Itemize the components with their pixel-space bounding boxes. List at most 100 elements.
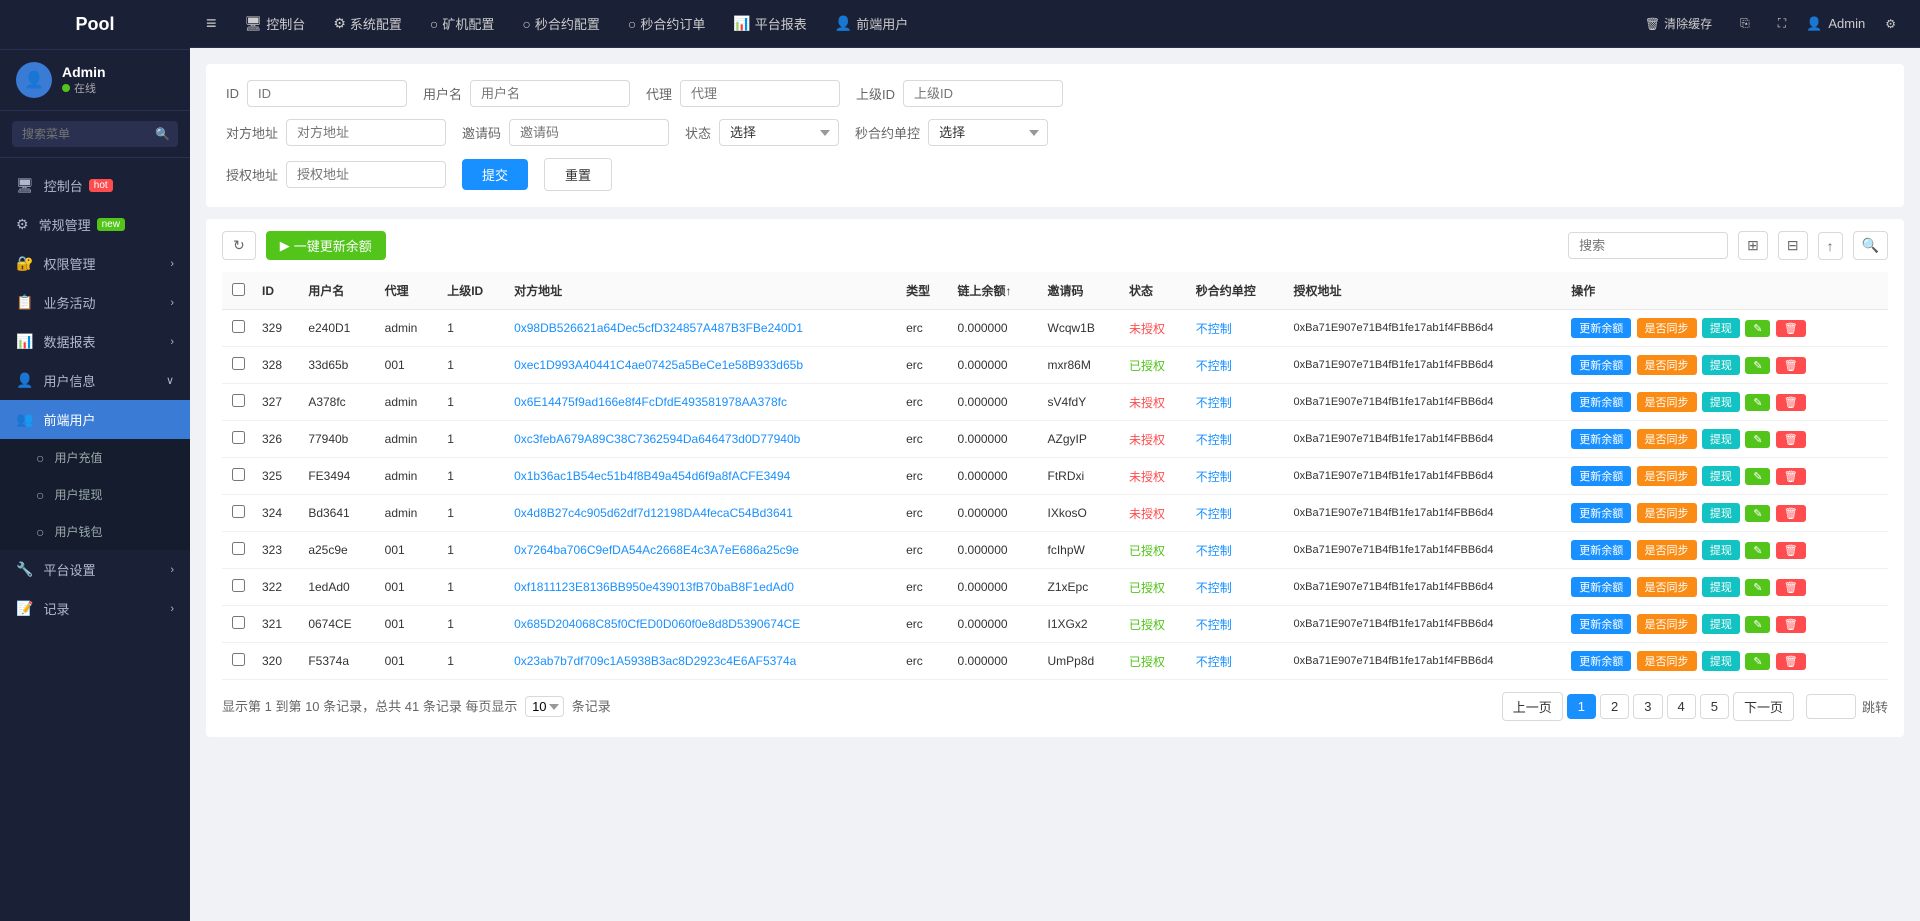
- update-balance-btn[interactable]: 更新余额: [1571, 429, 1631, 449]
- update-balance-btn[interactable]: 更新余额: [1571, 503, 1631, 523]
- delete-btn[interactable]: 🗑: [1776, 357, 1806, 374]
- table-search-input[interactable]: [1568, 232, 1728, 259]
- flash-control-tag[interactable]: 不控制: [1196, 433, 1232, 447]
- sidebar-item-user-recharge[interactable]: ○ 用户充值: [0, 439, 190, 476]
- flash-control-tag[interactable]: 不控制: [1196, 322, 1232, 336]
- page-btn-4[interactable]: 4: [1667, 694, 1696, 719]
- nav-item-flash-config[interactable]: ○ 秒合约配置: [510, 8, 611, 39]
- update-balance-btn[interactable]: 更新余额: [1571, 392, 1631, 412]
- page-btn-2[interactable]: 2: [1600, 694, 1629, 719]
- filter-username-input[interactable]: [470, 80, 630, 107]
- delete-btn[interactable]: 🗑: [1776, 579, 1806, 596]
- page-btn-5[interactable]: 5: [1700, 694, 1729, 719]
- filter-superior-input[interactable]: [903, 80, 1063, 107]
- fullscreen-btn[interactable]: ⛶: [1770, 12, 1794, 35]
- row-select-checkbox[interactable]: [232, 394, 245, 407]
- sync-btn[interactable]: 是否同步: [1637, 503, 1697, 523]
- sidebar-item-general[interactable]: ⚙ 常规管理 new: [0, 205, 190, 244]
- withdraw-btn[interactable]: 提现: [1702, 577, 1740, 597]
- sidebar-item-business[interactable]: 📋 业务活动 ›: [0, 283, 190, 322]
- withdraw-btn[interactable]: 提现: [1702, 540, 1740, 560]
- sidebar-item-data-report[interactable]: 📊 数据报表 ›: [0, 322, 190, 361]
- sidebar-item-records[interactable]: 📝 记录 ›: [0, 589, 190, 628]
- row-select-checkbox[interactable]: [232, 542, 245, 555]
- submit-button[interactable]: 提交: [462, 159, 528, 190]
- row-select-checkbox[interactable]: [232, 468, 245, 481]
- withdraw-btn[interactable]: 提现: [1702, 503, 1740, 523]
- sidebar-item-user-withdraw[interactable]: ○ 用户提现: [0, 476, 190, 513]
- row-select-checkbox[interactable]: [232, 616, 245, 629]
- sidebar-item-user-info[interactable]: 👤 用户信息 ∨: [0, 361, 190, 400]
- row-select-checkbox[interactable]: [232, 579, 245, 592]
- flash-control-tag[interactable]: 不控制: [1196, 655, 1232, 669]
- update-balance-btn[interactable]: 更新余额: [1571, 355, 1631, 375]
- flash-control-tag[interactable]: 不控制: [1196, 544, 1232, 558]
- address-link[interactable]: 0xf1811123E8136BB950e439013fB70baB8F1edA…: [514, 580, 794, 594]
- filter-flash-select[interactable]: 选择 控制 不控制: [928, 119, 1048, 146]
- sync-btn[interactable]: 是否同步: [1637, 466, 1697, 486]
- sync-btn[interactable]: 是否同步: [1637, 429, 1697, 449]
- page-jump-input[interactable]: [1806, 694, 1856, 719]
- update-balance-btn[interactable]: 更新余额: [1571, 614, 1631, 634]
- row-select-checkbox[interactable]: [232, 357, 245, 370]
- withdraw-btn[interactable]: 提现: [1702, 614, 1740, 634]
- update-balance-btn[interactable]: 更新余额: [1571, 466, 1631, 486]
- row-select-checkbox[interactable]: [232, 431, 245, 444]
- export-button[interactable]: ↑: [1818, 232, 1843, 260]
- sidebar-item-user-wallet[interactable]: ○ 用户钱包: [0, 513, 190, 550]
- address-link[interactable]: 0x685D204068C85f0CfED0D060f0e8d8D5390674…: [514, 617, 800, 631]
- flash-control-tag[interactable]: 不控制: [1196, 581, 1232, 595]
- delete-btn[interactable]: 🗑: [1776, 394, 1806, 411]
- flash-control-tag[interactable]: 不控制: [1196, 507, 1232, 521]
- row-select-checkbox[interactable]: [232, 653, 245, 666]
- address-link[interactable]: 0x1b36ac1B54ec51b4f8B49a454d6f9a8fACFE34…: [514, 469, 790, 483]
- sync-btn[interactable]: 是否同步: [1637, 540, 1697, 560]
- filter-auth-input[interactable]: [286, 161, 446, 188]
- menu-toggle-icon[interactable]: ≡: [206, 13, 217, 34]
- list-view-btn[interactable]: ⊟: [1778, 231, 1808, 260]
- delete-btn[interactable]: 🗑: [1776, 468, 1806, 485]
- address-link[interactable]: 0xec1D993A40441C4ae07425a5BeCe1e58B933d6…: [514, 358, 803, 372]
- address-link[interactable]: 0x23ab7b7df709c1A5938B3ac8D2923c4E6AF537…: [514, 654, 796, 668]
- withdraw-btn[interactable]: 提现: [1702, 392, 1740, 412]
- edit-btn[interactable]: ✎: [1745, 616, 1770, 633]
- delete-btn[interactable]: 🗑: [1776, 653, 1806, 670]
- edit-btn[interactable]: ✎: [1745, 468, 1770, 485]
- nav-item-sys-config[interactable]: ⚙ 系统配置: [321, 8, 414, 39]
- next-page-btn[interactable]: 下一页: [1733, 692, 1794, 721]
- filter-id-input[interactable]: [247, 80, 407, 107]
- nav-item-console[interactable]: 🖥 控制台: [233, 8, 318, 39]
- sync-btn[interactable]: 是否同步: [1637, 614, 1697, 634]
- flash-control-tag[interactable]: 不控制: [1196, 470, 1232, 484]
- withdraw-btn[interactable]: 提现: [1702, 355, 1740, 375]
- address-link[interactable]: 0x98DB526621a64Dec5cfD324857A487B3FBe240…: [514, 321, 803, 335]
- update-balance-btn[interactable]: 更新余额: [1571, 318, 1631, 338]
- update-balance-btn[interactable]: 更新余额: [1571, 540, 1631, 560]
- edit-btn[interactable]: ✎: [1745, 431, 1770, 448]
- sync-btn[interactable]: 是否同步: [1637, 577, 1697, 597]
- sidebar-item-platform-settings[interactable]: 🔧 平台设置 ›: [0, 550, 190, 589]
- nav-item-frontend-user-top[interactable]: 👤 前端用户: [823, 8, 920, 39]
- filter-status-select[interactable]: 选择 已授权 未授权: [719, 119, 839, 146]
- withdraw-btn[interactable]: 提现: [1702, 318, 1740, 338]
- delete-btn[interactable]: 🗑: [1776, 616, 1806, 633]
- withdraw-btn[interactable]: 提现: [1702, 466, 1740, 486]
- sidebar-search-input[interactable]: [12, 121, 178, 147]
- sync-btn[interactable]: 是否同步: [1637, 318, 1697, 338]
- flash-control-tag[interactable]: 不控制: [1196, 618, 1232, 632]
- update-all-button[interactable]: ▶ 一键更新余额: [266, 231, 386, 260]
- clear-cache-btn[interactable]: 🗑 清除缓存: [1637, 11, 1720, 36]
- update-balance-btn[interactable]: 更新余额: [1571, 577, 1631, 597]
- delete-btn[interactable]: 🗑: [1776, 320, 1806, 337]
- edit-btn[interactable]: ✎: [1745, 320, 1770, 337]
- select-all-checkbox[interactable]: [232, 283, 245, 296]
- row-select-checkbox[interactable]: [232, 505, 245, 518]
- sync-btn[interactable]: 是否同步: [1637, 651, 1697, 671]
- flash-control-tag[interactable]: 不控制: [1196, 359, 1232, 373]
- edit-btn[interactable]: ✎: [1745, 394, 1770, 411]
- sidebar-item-frontend-user[interactable]: 👥 前端用户: [0, 400, 190, 439]
- address-link[interactable]: 0x4d8B27c4c905d62df7d12198DA4fecaC54Bd36…: [514, 506, 793, 520]
- copy-btn[interactable]: ⎘: [1732, 12, 1758, 35]
- nav-item-platform-report[interactable]: 📊 平台报表: [721, 8, 818, 39]
- delete-btn[interactable]: 🗑: [1776, 542, 1806, 559]
